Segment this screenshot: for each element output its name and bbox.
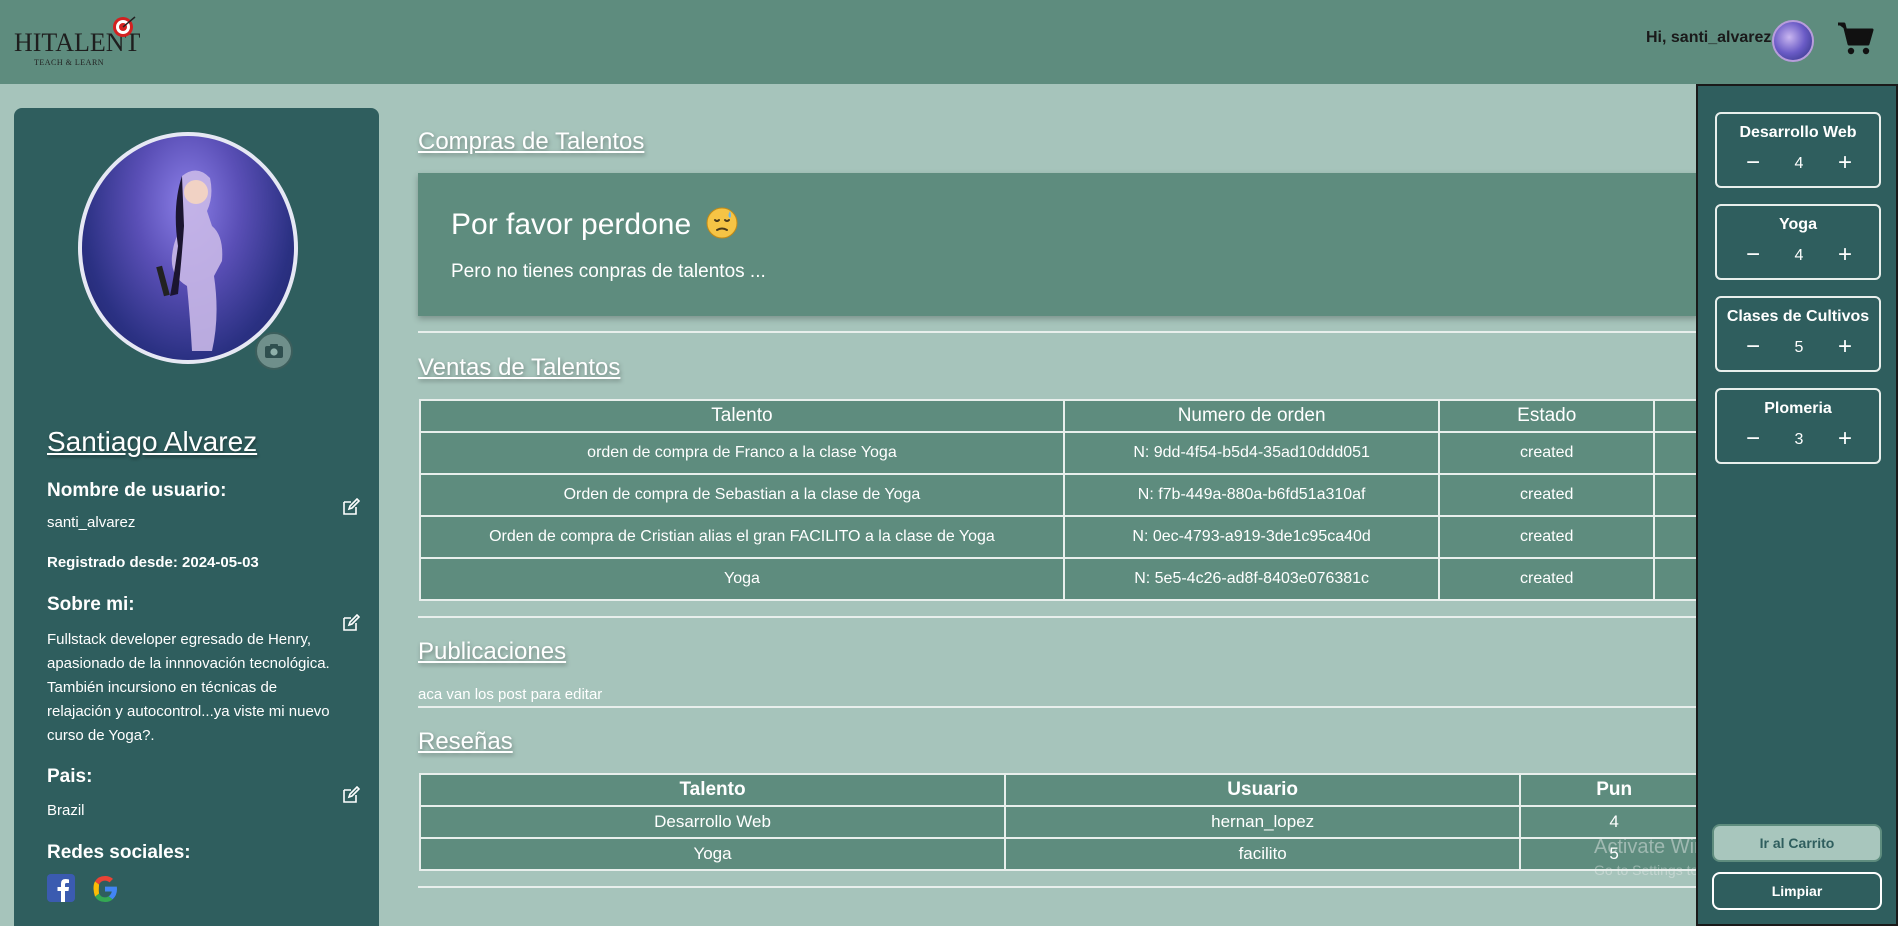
- cart-item-qty: 4: [1794, 247, 1804, 264]
- about-label: Sobre mi:: [47, 594, 135, 615]
- posts-title: Publicaciones: [418, 638, 567, 665]
- reviews-table: Talento Usuario Pun Desarrollo Web herna…: [418, 773, 1709, 871]
- increase-qty-button[interactable]: +: [1833, 427, 1857, 452]
- about-text: Fullstack developer egresado de Henry, a…: [47, 631, 330, 744]
- header-avatar[interactable]: [1772, 20, 1814, 62]
- cart-item-qty: 5: [1794, 339, 1804, 356]
- cell-talent: Desarrollo Web: [418, 805, 1007, 839]
- profile-avatar: [78, 132, 298, 364]
- no-purchases-heading: Por favor perdone: [451, 207, 738, 242]
- decrease-qty-button[interactable]: −: [1741, 427, 1765, 452]
- cell-status: created: [1438, 431, 1656, 475]
- user-greeting: Hi, santi_alvarez: [1646, 29, 1772, 46]
- cart-item-name: Plomeria: [1764, 400, 1832, 417]
- increase-qty-button[interactable]: +: [1833, 243, 1857, 268]
- cell-user: hernan_lopez: [1004, 805, 1522, 839]
- profile-name: Santiago Alvarez: [47, 426, 258, 457]
- cell-talent: orden de compra de Franco a la clase Yog…: [419, 431, 1065, 475]
- posts-placeholder-text: aca van los post para editar: [418, 686, 603, 703]
- cell-talent: Yoga: [419, 557, 1065, 601]
- cart-item-name: Clases de Cultivos: [1726, 308, 1870, 325]
- table-row: Yoga N: 5e5-4c26-ad8f-8403e076381c creat…: [419, 557, 1709, 601]
- cell-order: N: f7b-449a-880a-b6fd51a310af: [1062, 473, 1441, 517]
- cell-order: N: 5e5-4c26-ad8f-8403e076381c: [1062, 557, 1441, 601]
- camera-icon: [265, 344, 283, 358]
- cell-order: N: 0ec-4793-a919-3de1c95ca40d: [1062, 515, 1441, 559]
- no-purchases-card: Por favor perdone Pero no tienes conpras…: [418, 173, 1698, 316]
- col-header-order: Numero de orden: [1062, 399, 1441, 433]
- cell-status: created: [1438, 515, 1656, 559]
- section-divider: [418, 886, 1698, 888]
- table-row: Yoga facilito 5: [418, 837, 1709, 871]
- registered-date: Registrado desde: 2024-05-03: [47, 554, 259, 571]
- no-purchases-message: Pero no tienes conpras de talentos ...: [451, 261, 766, 282]
- table-row: Orden de compra de Cristian alias el gra…: [419, 515, 1709, 559]
- logo-tagline: TEACH & LEARN: [34, 58, 105, 67]
- country-label: Pais:: [47, 766, 93, 787]
- change-photo-button[interactable]: [255, 332, 293, 370]
- section-divider: [418, 706, 1698, 708]
- hitalent-logo[interactable]: HITALENT TEACH & LEARN: [14, 14, 144, 72]
- col-header-user: Usuario: [1004, 773, 1522, 807]
- cart-item-qty: 3: [1794, 431, 1804, 448]
- increase-qty-button[interactable]: +: [1833, 335, 1857, 360]
- cart-item-name: Yoga: [1779, 216, 1817, 233]
- cell-order: N: 9dd-4f54-b5d4-35ad10ddd051: [1062, 431, 1441, 475]
- target-icon: [113, 16, 136, 37]
- sales-table: Talento Numero de orden Estado orden de …: [419, 399, 1709, 601]
- purchases-title: Compras de Talentos: [418, 128, 645, 155]
- username-label: Nombre de usuario:: [47, 480, 227, 501]
- cell-score: 4: [1519, 805, 1709, 839]
- clear-cart-button[interactable]: Limpiar: [1712, 872, 1882, 910]
- cell-talent: Orden de compra de Cristian alias el gra…: [419, 515, 1065, 559]
- section-divider: [418, 331, 1698, 333]
- cart-item-qty: 4: [1794, 155, 1804, 172]
- table-row: Desarrollo Web hernan_lopez 4: [418, 805, 1709, 839]
- edit-about-icon[interactable]: [342, 614, 360, 632]
- increase-qty-button[interactable]: +: [1833, 151, 1857, 176]
- cart-panel: Desarrollo Web − 4 + Yoga − 4 + Clases d…: [1696, 84, 1898, 926]
- social-label: Redes sociales:: [47, 842, 191, 863]
- cell-status: created: [1438, 473, 1656, 517]
- top-header: HITALENT TEACH & LEARN Hi, santi_alvarez: [0, 0, 1898, 84]
- section-divider: [418, 616, 1698, 618]
- col-header-talent: Talento: [419, 399, 1065, 433]
- cart-item: Plomeria − 3 +: [1715, 388, 1881, 464]
- cell-user: facilito: [1004, 837, 1522, 871]
- reviews-title: Reseñas: [418, 728, 513, 755]
- edit-country-icon[interactable]: [342, 786, 360, 804]
- col-header-talent: Talento: [418, 773, 1007, 807]
- decrease-qty-button[interactable]: −: [1741, 243, 1765, 268]
- col-header-status: Estado: [1438, 399, 1656, 433]
- cart-item: Desarrollo Web − 4 +: [1715, 112, 1881, 188]
- shopping-cart-icon[interactable]: [1836, 20, 1874, 56]
- cell-talent: Yoga: [418, 837, 1007, 871]
- sales-title: Ventas de Talentos: [418, 354, 621, 381]
- cell-talent: Orden de compra de Sebastian a la clase …: [419, 473, 1065, 517]
- table-row: orden de compra de Franco a la clase Yog…: [419, 431, 1709, 475]
- google-icon[interactable]: [90, 874, 120, 904]
- country-value: Brazil: [47, 802, 85, 819]
- username-value: santi_alvarez: [47, 514, 136, 531]
- go-to-cart-button[interactable]: Ir al Carrito: [1712, 824, 1882, 862]
- col-header-score: Pun: [1519, 773, 1709, 807]
- sad-face-icon: [706, 207, 737, 239]
- profile-sidebar: Santiago Alvarez Nombre de usuario: sant…: [14, 108, 379, 926]
- cart-item: Clases de Cultivos − 5 +: [1715, 296, 1881, 372]
- cart-item: Yoga − 4 +: [1715, 204, 1881, 280]
- cell-status: created: [1438, 557, 1656, 601]
- table-row: Orden de compra de Sebastian a la clase …: [419, 473, 1709, 517]
- decrease-qty-button[interactable]: −: [1741, 335, 1765, 360]
- edit-username-icon[interactable]: [342, 498, 360, 516]
- no-purchases-heading-text: Por favor perdone: [451, 208, 692, 241]
- avatar-figure-image: [156, 170, 223, 351]
- facebook-icon[interactable]: [47, 874, 75, 902]
- decrease-qty-button[interactable]: −: [1741, 151, 1765, 176]
- cart-item-name: Desarrollo Web: [1739, 124, 1857, 141]
